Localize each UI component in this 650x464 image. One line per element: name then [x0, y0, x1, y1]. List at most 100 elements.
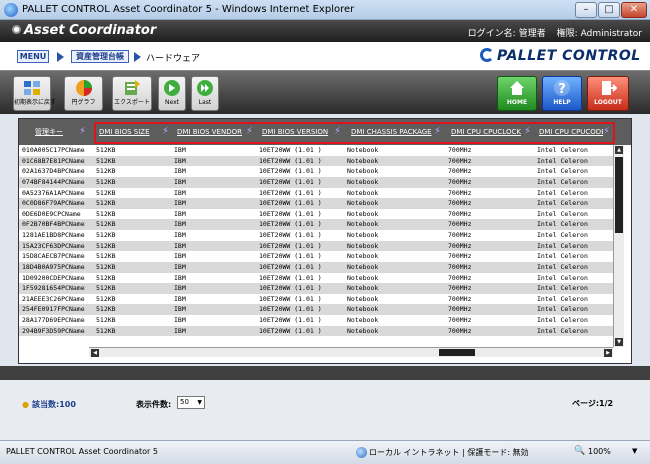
table-cell: 10ET20WW (1.01 ) [259, 231, 322, 240]
table-cell: Intel Celeron [537, 146, 588, 154]
table-cell: Intel Celeron [537, 305, 588, 314]
table-cell: 10ET20WW (1.01 ) [259, 284, 322, 293]
table-row[interactable]: 15D8CAECB7PCName 512KB IBM 10ET20WW (1.01 )… [19, 251, 613, 262]
table-cell: 700MHz [448, 209, 472, 218]
table-cell: IBM [174, 209, 186, 218]
maximize-button[interactable]: □ [598, 2, 620, 18]
table-cell: 700MHz [448, 326, 472, 335]
last-page-button[interactable]: Last [191, 76, 219, 111]
pie-chart-button[interactable]: 円グラフ [64, 76, 103, 111]
table-cell: 700MHz [448, 199, 472, 208]
status-text: PALLET CONTROL Asset Coordinator 5 [6, 447, 158, 456]
scroll-thumb[interactable] [439, 349, 475, 356]
table-cell: 10ET20WW (1.01 ) [259, 305, 322, 314]
table-cell: Intel Celeron [537, 231, 588, 240]
table-cell: IBM [174, 326, 186, 335]
table-row[interactable]: 1281AE1BD8PCName 512KB IBM 10ET20WW (1.01 )… [19, 230, 613, 241]
table-row[interactable]: 0A52376A1APCName 512KB IBM 10ET20WW (1.01 )… [19, 188, 613, 199]
table-cell: 10ET20WW (1.01 ) [259, 316, 322, 325]
table-row[interactable]: 28A177D69EPCName 512KB IBM 10ET20WW (1.01 )… [19, 315, 613, 326]
table-cell: 512KB [96, 305, 116, 314]
table-cell: IBM [174, 156, 186, 165]
table-cell: 512KB [96, 220, 116, 229]
home-button[interactable]: HOME [497, 76, 537, 111]
bullet-icon: ● [22, 400, 29, 409]
per-page-label: 表示件数: [136, 400, 172, 409]
table-row[interactable]: 21AEEE3C26PCName 512KB IBM 10ET20WW (1.01 )… [19, 294, 613, 305]
help-button[interactable]: ? HELP [542, 76, 582, 111]
reset-view-button[interactable]: 初期表示に戻す [13, 76, 56, 111]
scroll-left-icon[interactable]: ◀ [91, 349, 99, 357]
table-row[interactable]: 18D4B0A975PCName 512KB IBM 10ET20WW (1.01 )… [19, 261, 613, 273]
table-cell: Intel Celeron [537, 209, 588, 218]
zoom-icon[interactable]: 🔍 [574, 446, 585, 456]
column-header-key[interactable]: 管理キー [35, 124, 85, 140]
table-row[interactable]: 074BF84144PCName 512KB IBM 10ET20WW (1.01 )… [19, 176, 613, 188]
table-cell: IBM [174, 284, 186, 293]
login-info: ログイン名: 管理者 権限: Administrator [467, 29, 642, 39]
table-cell: 512KB [96, 146, 116, 154]
table-cell: IBM [174, 262, 186, 271]
breadcrumb: MENU 資産管理台帳 ハードウェア PALLET CONTROL [0, 42, 650, 70]
table-row[interactable]: 010A005C17PCName 512KB IBM 10ET20WW (1.01 )… [19, 145, 613, 156]
table-cell: 700MHz [448, 252, 472, 261]
export-icon [125, 80, 140, 95]
sort-icon[interactable]: ⚡ [79, 125, 88, 139]
table-row[interactable]: 02A1637D4BPCName 512KB IBM 10ET20WW (1.01 )… [19, 166, 613, 177]
logout-button[interactable]: LOGOUT [587, 76, 629, 111]
per-page-select[interactable]: 50 ▼ [177, 396, 205, 409]
table-row[interactable]: 1F59281654PCName 512KB IBM 10ET20WW (1.01 )… [19, 283, 613, 294]
export-button[interactable]: エクスポート [112, 76, 152, 111]
next-page-button[interactable]: Next [158, 76, 186, 111]
app-header: Asset Coordinator ログイン名: 管理者 権限: Administr… [0, 20, 650, 42]
table-cell: Notebook [347, 177, 379, 186]
table-cell: Intel Celeron [537, 284, 588, 293]
data-grid: 管理キー ⚡ DMI BIOS SIZE ⚡ DMI BIOS VENDOR ⚡… [18, 118, 632, 364]
horizontal-scrollbar[interactable]: ◀ ▶ [89, 347, 613, 357]
scroll-up-icon[interactable]: ▲ [615, 146, 623, 154]
next-arrow-icon [164, 80, 180, 96]
table-cell: 18D4B0A975PCName [22, 262, 85, 271]
table-cell: 10ET20WW (1.01 ) [259, 209, 322, 218]
footer-panel: ● 該当数:100 表示件数: 50 ▼ ページ:1/2 [0, 380, 650, 440]
table-row[interactable]: 0C0D86F79APCName 512KB IBM 10ET20WW (1.01 )… [19, 198, 613, 209]
table-cell: 254FE0917FPCName [22, 305, 85, 314]
highlight-box [94, 122, 615, 144]
breadcrumb-arrow-icon [134, 52, 141, 62]
grid-body: 010A005C17PCName 512KB IBM 10ET20WW (1.01 )… [19, 145, 613, 347]
table-row[interactable]: 01C68B7E81PCName 512KB IBM 10ET20WW (1.01 )… [19, 155, 613, 167]
pie-chart-icon [75, 80, 92, 96]
table-cell: Intel Celeron [537, 177, 588, 186]
table-cell: 700MHz [448, 305, 472, 314]
table-row[interactable]: 0F2B70BF4BPCName 512KB IBM 10ET20WW (1.01 )… [19, 219, 613, 231]
breadcrumb-asset-ledger[interactable]: 資産管理台帳 [71, 50, 129, 63]
table-row[interactable]: 254FE0917FPCName 512KB IBM 10ET20WW (1.01 )… [19, 304, 613, 316]
table-cell: IBM [174, 220, 186, 229]
table-row[interactable]: 294B9F3D59PCName 512KB IBM 10ET20WW (1.01 )… [19, 325, 613, 337]
menu-button[interactable]: MENU [17, 50, 49, 63]
table-cell: 700MHz [448, 273, 472, 282]
chevron-down-icon[interactable]: ▼ [632, 447, 637, 455]
table-cell: 700MHz [448, 156, 472, 165]
table-cell: IBM [174, 146, 186, 154]
table-cell: 512KB [96, 209, 116, 218]
table-cell: Intel Celeron [537, 326, 588, 335]
scroll-thumb[interactable] [615, 157, 623, 233]
minimize-button[interactable]: – [575, 2, 597, 18]
close-button[interactable]: ✕ [621, 2, 647, 18]
scroll-right-icon[interactable]: ▶ [604, 349, 612, 357]
chevron-down-icon: ▼ [197, 399, 202, 406]
last-arrow-icon [197, 80, 213, 96]
table-cell: Notebook [347, 326, 379, 335]
table-row[interactable]: 1D09200CDEPCName 512KB IBM 10ET20WW (1.01 )… [19, 273, 613, 284]
table-cell: Intel Celeron [537, 252, 588, 261]
table-cell: IBM [174, 231, 186, 240]
vertical-scrollbar[interactable]: ▲ ▼ [613, 145, 624, 347]
table-cell: 294B9F3D59PCName [22, 326, 85, 335]
zoom-level[interactable]: 100% [588, 447, 611, 456]
table-row[interactable]: 15A23CF63DPCName 512KB IBM 10ET20WW (1.01 )… [19, 240, 613, 252]
table-row[interactable]: 0DE6D0E9CPCName 512KB IBM 10ET20WW (1.01 ) N… [19, 209, 613, 220]
grid-header: 管理キー ⚡ DMI BIOS SIZE ⚡ DMI BIOS VENDOR ⚡… [19, 119, 631, 145]
table-cell: 02A1637D4BPCName [22, 167, 85, 176]
scroll-down-icon[interactable]: ▼ [615, 338, 623, 346]
